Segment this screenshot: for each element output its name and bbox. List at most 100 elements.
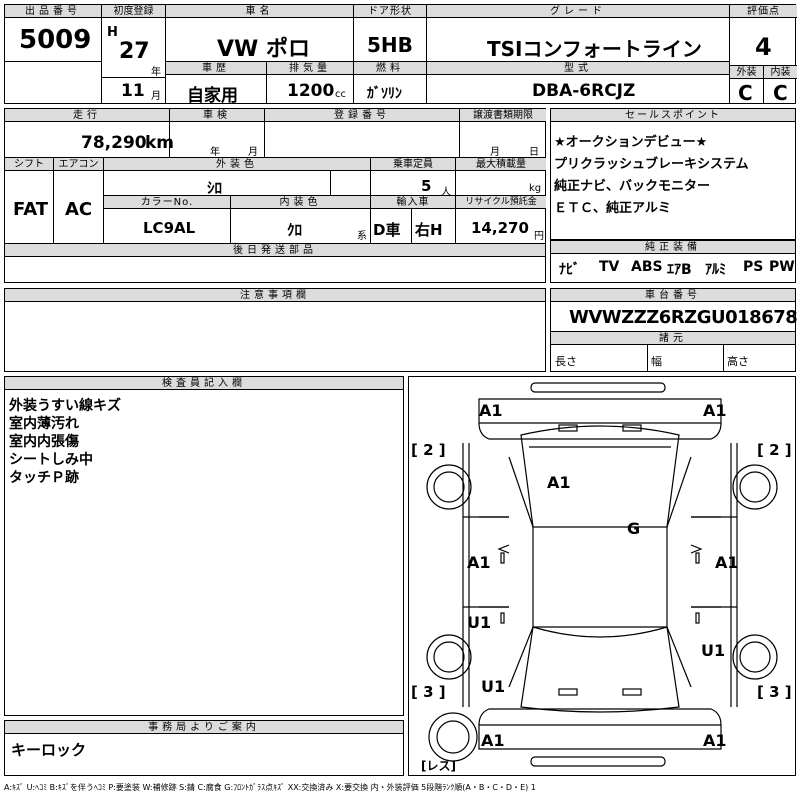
- inspector-line: 室内薄汚れ: [9, 416, 79, 432]
- car-name: VW ポロ: [217, 37, 310, 62]
- insp-month-unit: 月: [248, 147, 258, 158]
- interior-label: 内装: [764, 66, 797, 79]
- recycle-unit: 円: [534, 231, 544, 242]
- legend: A:ｷｽﾞ U:ﾍｺﾐ B:ｷｽﾞを伴うﾍｺﾐ P:要塗装 W:補修跡 S:錆 …: [4, 783, 536, 792]
- tire-label-rear-right: [ 3 ]: [757, 683, 792, 701]
- later-parts-label: 後日発送部品: [5, 244, 545, 257]
- selling-point-line: プリクラッシュブレーキシステム: [554, 157, 749, 172]
- notes-label: 注意事項欄: [5, 289, 545, 302]
- plate-label: 登録番号: [265, 109, 459, 122]
- damage-diagram: A1 A1 A1 G A1 A1 U1 U1 U1 A1 A1 [ 2 ] [ …: [408, 376, 796, 776]
- door-label: ドア形状: [354, 5, 426, 18]
- displacement-label: 排気量: [267, 62, 353, 75]
- damage-mark: A1: [479, 401, 503, 420]
- chassis-label: 車台番号: [551, 289, 795, 302]
- recycle-label: リサイクル預託金: [456, 196, 546, 209]
- chassis: 車台番号 WVWZZZ6RZGU018678 諸元 長さ 幅 高さ: [550, 288, 798, 372]
- import-r: 右H: [415, 221, 443, 239]
- model: DBA-6RCJZ: [532, 81, 636, 101]
- grade-label: グレード: [427, 5, 729, 18]
- exterior-label: 外装: [730, 66, 763, 79]
- insp-year-unit: 年: [210, 147, 220, 158]
- damage-mark: A1: [703, 731, 727, 750]
- inspector-line: 室内内張傷: [9, 434, 79, 450]
- office-text: キーロック: [11, 741, 87, 759]
- tire-label-rear-left: [ 3 ]: [411, 683, 446, 701]
- color-no-label: カラーNo.: [104, 196, 230, 209]
- exterior-grade: C: [738, 81, 753, 105]
- equipment-item: ｱﾙﾐ: [705, 262, 726, 278]
- lot-label: 出品番号: [5, 5, 101, 18]
- history-label: 車歴: [166, 62, 266, 75]
- int-color: ｸﾛ: [287, 221, 303, 239]
- height-label: 高さ: [727, 355, 749, 368]
- interior-grade: C: [773, 81, 788, 105]
- int-color-label: 内装色: [231, 196, 370, 209]
- shift: FAT: [13, 199, 49, 220]
- inspection-label: 車検: [170, 109, 264, 122]
- color-no: LC9AL: [143, 219, 196, 237]
- car-outline-diagram: [426, 382, 778, 767]
- reg-year: 27: [119, 39, 150, 64]
- damage-mark: A1: [481, 731, 505, 750]
- inspector-line: タッチＰ跡: [9, 470, 79, 486]
- mileage-label: 走行: [5, 109, 169, 122]
- tire-label-front-left: [ 2 ]: [411, 441, 446, 459]
- tire-label-front-right: [ 2 ]: [757, 441, 792, 459]
- selling-point-line: 純正ナビ、バックモニター: [554, 179, 711, 194]
- reg-month: 11: [121, 81, 145, 101]
- int-color-suffix: 系: [357, 231, 367, 242]
- transfer-month-unit: 月: [490, 147, 500, 158]
- damage-mark: U1: [701, 641, 726, 660]
- shift-label: シフト: [5, 158, 53, 171]
- transfer-day-unit: 日: [529, 147, 539, 158]
- length-label: 長さ: [555, 355, 577, 368]
- inspector-notes: 検査員記入欄 外装うすい線キズ 室内薄汚れ 室内内張傷 シートしみ中 タッチＰ跡: [4, 376, 404, 716]
- import-d: D車: [373, 221, 401, 239]
- capacity-label: 乗車定員: [371, 158, 455, 171]
- inspector-line: 外装うすい線キズ: [9, 398, 121, 414]
- damage-mark: A1: [703, 401, 727, 420]
- mileage: 78,290: [81, 133, 147, 153]
- reg-year-unit: 年: [151, 67, 161, 78]
- recycle: 14,270: [471, 219, 529, 237]
- model-label: 型式: [427, 62, 729, 75]
- selling-points: セールスポイント ★オークションデビュー★ プリクラッシュブレーキシステム 純正…: [550, 108, 796, 240]
- reg-era: H: [107, 25, 118, 40]
- equipment-item: ABS: [631, 259, 663, 275]
- damage-mark: A1: [715, 553, 739, 572]
- inspector-line: シートしみ中: [9, 452, 93, 468]
- ac-label: エアコン: [54, 158, 103, 171]
- dims-label: 諸元: [551, 332, 795, 345]
- transfer-label: 譲渡書類期限: [460, 109, 546, 122]
- chassis-number: WVWZZZ6RZGU018678: [569, 307, 798, 328]
- equipment-item: TV: [599, 259, 620, 275]
- office-notice: 事務局よりご案内 キーロック: [4, 720, 404, 776]
- vehicle-details: 走行 78,290 km 車検 年 月 登録番号 譲渡書類期限 月 日 シフト …: [4, 108, 546, 283]
- score: 4: [755, 33, 772, 61]
- reg-label: 初度登録: [102, 5, 165, 18]
- damage-mark: U1: [467, 613, 492, 632]
- equipment-item: PS: [743, 259, 764, 275]
- selling-points-label: セールスポイント: [551, 109, 795, 122]
- capacity: 5: [421, 177, 432, 195]
- history: 自家用: [187, 86, 238, 106]
- selling-point-line: ★オークションデビュー★: [554, 135, 708, 150]
- reg-month-unit: 月: [151, 91, 161, 102]
- notes: 注意事項欄: [4, 288, 546, 372]
- lot-number: 5009: [19, 25, 92, 55]
- spare-tire-label: [レス]: [421, 759, 456, 773]
- load-label: 最大積載量: [456, 158, 546, 171]
- equipment-item: PW: [769, 259, 795, 275]
- equipment-item: ﾅﾋﾞ: [559, 262, 580, 278]
- width-label: 幅: [651, 355, 662, 368]
- equipment: 純正装備 ﾅﾋﾞ TV ABS ｴｱB ｱﾙﾐ PS PW: [550, 240, 796, 283]
- load-unit: kg: [529, 183, 542, 194]
- grade: TSIコンフォートライン: [487, 37, 702, 61]
- damage-mark: G: [627, 519, 641, 538]
- header-table: 出品番号 5009 初度登録 H 27 年 11 月 車名 VW ポロ ドア形状…: [4, 4, 797, 106]
- selling-point-line: ＥＴＣ、純正アルミ: [554, 201, 671, 216]
- displacement: 1200: [287, 81, 335, 101]
- inspector-label: 検査員記入欄: [5, 377, 403, 390]
- equipment-item: ｴｱB: [667, 262, 692, 278]
